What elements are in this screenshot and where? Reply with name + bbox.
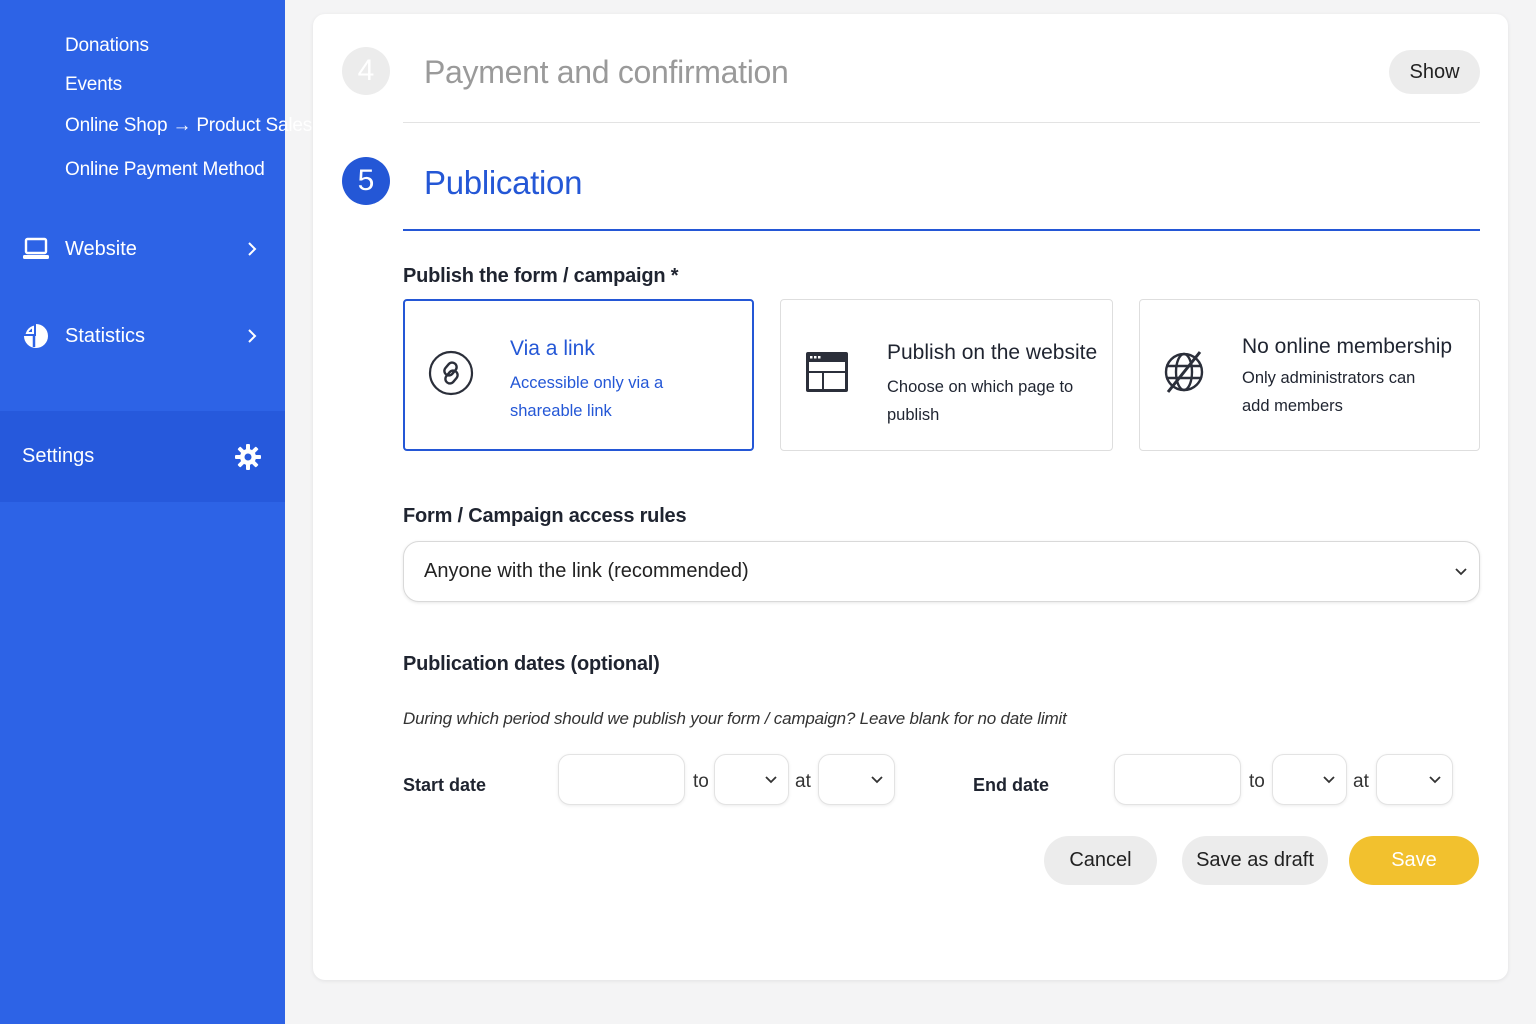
sidebar: Donations Events Online Shop → Product S… <box>0 0 312 1024</box>
chevron-down-icon <box>764 773 778 787</box>
step-4-title: Payment and confirmation <box>424 54 789 90</box>
end-hour-select[interactable] <box>1272 754 1347 805</box>
option-title: Via a link <box>510 337 595 360</box>
start-date-input[interactable] <box>558 754 685 805</box>
publication-dates-label: Publication dates (optional) <box>403 653 660 675</box>
at-label: at <box>795 771 811 792</box>
sidebar-item-donations[interactable]: Donations <box>65 35 149 57</box>
access-rules-select[interactable]: Anyone with the link (recommended) <box>403 541 1480 602</box>
gear-icon <box>234 443 262 471</box>
end-date-input[interactable] <box>1114 754 1241 805</box>
to-label: to <box>1249 771 1265 792</box>
sidebar-item-label: Website <box>65 237 137 260</box>
laptop-icon <box>22 235 50 263</box>
start-hour-select[interactable] <box>714 754 789 805</box>
chevron-right-icon <box>244 328 260 344</box>
start-minute-select[interactable] <box>818 754 895 805</box>
save-button[interactable]: Save <box>1349 836 1479 885</box>
sidebar-item-online-payment-method[interactable]: Online Payment Method <box>65 159 265 181</box>
chevron-down-icon <box>870 773 884 787</box>
option-description: Only administrators can add members <box>1242 369 1416 415</box>
step-5-number: 5 <box>342 157 390 205</box>
option-title: Publish on the website <box>887 341 1098 364</box>
cancel-button[interactable]: Cancel <box>1044 836 1157 885</box>
chevron-down-icon <box>1428 773 1442 787</box>
form-card: 4 Payment and confirmation Show 5 Public… <box>313 14 1508 980</box>
settings-label: Settings <box>22 445 95 467</box>
sidebar-item-website[interactable]: Website <box>0 226 285 272</box>
sidebar-item-settings[interactable]: Settings <box>0 411 285 502</box>
sidebar-item-online-shop[interactable]: Online Shop → Product Sales <box>65 115 312 137</box>
step-4-number: 4 <box>342 47 390 95</box>
pie-chart-icon <box>22 322 50 350</box>
access-rules-value: Anyone with the link (recommended) <box>424 560 749 582</box>
publish-label: Publish the form / campaign * <box>403 265 679 287</box>
divider <box>403 122 1480 123</box>
end-date-label: End date <box>973 775 1050 795</box>
show-button[interactable]: Show <box>1389 50 1480 94</box>
browser-window-icon <box>803 348 851 396</box>
option-description: Accessible only via a shareable link <box>510 374 664 420</box>
link-icon <box>427 349 475 397</box>
access-rules-label: Form / Campaign access rules <box>403 505 687 527</box>
chevron-right-icon <box>244 241 260 257</box>
section-divider <box>403 229 1480 231</box>
option-no-online-membership[interactable]: No online membership Only administrators… <box>1139 299 1480 451</box>
sidebar-item-events[interactable]: Events <box>65 74 122 96</box>
sidebar-item-statistics[interactable]: Statistics <box>0 313 285 359</box>
option-description: Choose on which page to publish <box>887 378 1074 424</box>
start-date-label: Start date <box>403 775 487 795</box>
step-5-title: Publication <box>424 164 583 201</box>
save-draft-button[interactable]: Save as draft <box>1182 836 1328 885</box>
sidebar-item-label: Statistics <box>65 324 146 347</box>
globe-off-icon <box>1160 348 1208 396</box>
publication-dates-help: During which period should we publish yo… <box>403 709 1067 728</box>
option-title: No online membership <box>1242 335 1453 358</box>
option-publish-website[interactable]: Publish on the website Choose on which p… <box>780 299 1113 451</box>
chevron-down-icon <box>1453 564 1469 580</box>
at-label: at <box>1353 771 1369 792</box>
to-label: to <box>693 771 709 792</box>
chevron-down-icon <box>1322 773 1336 787</box>
end-minute-select[interactable] <box>1376 754 1453 805</box>
option-via-link[interactable]: Via a link Accessible only via a shareab… <box>403 299 754 451</box>
